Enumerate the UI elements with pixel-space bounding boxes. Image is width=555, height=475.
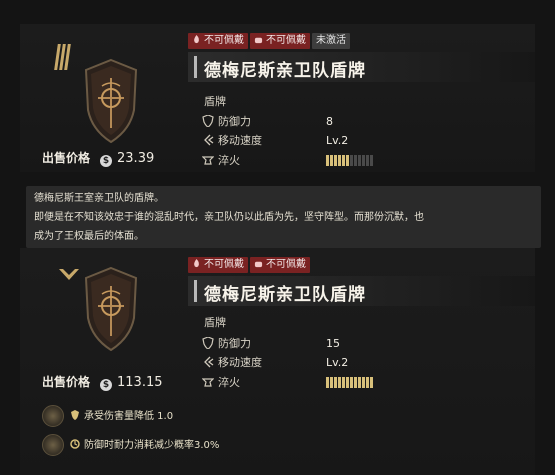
tag-row-top: 不可佩戴 不可佩戴 未激活 xyxy=(188,28,352,49)
inactive-tag: 未激活 xyxy=(312,33,350,49)
description-line: 德梅尼斯王室亲卫队的盾牌。 xyxy=(34,193,164,204)
rank-bars-icon xyxy=(54,44,76,74)
sell-value: 113.15 xyxy=(117,375,163,390)
stat-tempering: 淬火 xyxy=(202,152,374,168)
tempering-level-bar xyxy=(326,377,374,391)
item-title-bar: 德梅尼斯亲卫队盾牌 xyxy=(188,276,535,306)
item-category: 盾牌 xyxy=(204,316,226,329)
passive-emblem-icon xyxy=(42,434,64,456)
passive-text: 防御时耐力消耗减少概率3.0% xyxy=(84,440,220,451)
sell-value: 23.39 xyxy=(117,151,155,166)
stat-defense: 防御力 8 xyxy=(202,113,333,129)
equip-restriction-tag: 不可佩戴 xyxy=(250,257,310,273)
passive-effect[interactable]: 承受伤害量降低 1.0 xyxy=(42,405,173,427)
item-name: 德梅尼斯亲卫队盾牌 xyxy=(204,285,366,305)
shield-item-icon xyxy=(84,58,138,144)
stat-tempering: 淬火 xyxy=(202,374,374,390)
equip-restriction-tag: 不可佩戴 xyxy=(188,257,248,273)
item-info-bottom: 不可佩戴 不可佩戴 德梅尼斯亲卫队盾牌 盾牌 防御力 15 移动速度 Lv.2 淬火 xyxy=(188,248,535,475)
stat-defense: 防御力 15 xyxy=(202,335,340,351)
stat-move-speed: 移动速度 Lv.2 xyxy=(202,354,348,370)
item-portrait-top: 出售价格 $23.39 xyxy=(20,24,188,172)
passive-emblem-icon xyxy=(42,405,64,427)
description-line: 即便是在不知该效忠于谁的混乱时代，亲卫队仍以此盾为先，坚守阵型。而那份沉默，也 xyxy=(34,212,424,223)
tag-row-bottom: 不可佩戴 不可佩戴 xyxy=(188,252,312,273)
chevron-rank-icon xyxy=(59,269,79,280)
equip-restriction-tag: 不可佩戴 xyxy=(188,33,248,49)
shield-icon xyxy=(71,410,79,420)
anvil-icon xyxy=(202,378,214,387)
item-category: 盾牌 xyxy=(204,95,226,108)
anvil-icon xyxy=(202,156,214,165)
speed-icon xyxy=(204,134,214,146)
sell-price-bottom: 出售价格 $113.15 xyxy=(42,373,163,391)
item-description: 德梅尼斯王室亲卫队的盾牌。 即便是在不知该效忠于谁的混乱时代，亲卫队仍以此盾为先… xyxy=(26,186,541,248)
sell-label: 出售价格 xyxy=(42,151,91,165)
tempering-level-bar xyxy=(326,155,374,169)
description-line: 成为了王权最后的体面。 xyxy=(34,231,144,242)
flame-icon xyxy=(194,259,199,268)
fist-icon xyxy=(254,261,263,268)
passive-effect[interactable]: 防御时耐力消耗减少概率3.0% xyxy=(42,434,219,456)
passive-text: 承受伤害量降低 1.0 xyxy=(84,411,174,422)
item-card-top[interactable]: 出售价格 $23.39 不可佩戴 不可佩戴 未激活 德梅尼斯亲卫队盾牌 盾牌 防御力 8… xyxy=(20,24,535,172)
sell-label: 出售价格 xyxy=(42,375,91,389)
item-title-bar: 德梅尼斯亲卫队盾牌 xyxy=(188,52,535,82)
flame-icon xyxy=(194,35,199,44)
item-name: 德梅尼斯亲卫队盾牌 xyxy=(204,61,366,81)
sell-price-top: 出售价格 $23.39 xyxy=(42,149,154,167)
equip-restriction-tag: 不可佩戴 xyxy=(250,33,310,49)
shield-icon xyxy=(202,115,214,127)
coin-icon: $ xyxy=(100,155,113,167)
speed-icon xyxy=(204,356,214,368)
stat-move-speed: 移动速度 Lv.2 xyxy=(202,132,348,148)
stamina-icon xyxy=(70,439,80,449)
item-card-bottom[interactable]: 出售价格 $113.15 不可佩戴 不可佩戴 德梅尼斯亲卫队盾牌 盾牌 防御力 15 … xyxy=(20,248,535,475)
shield-icon xyxy=(202,337,214,349)
coin-icon: $ xyxy=(100,379,113,391)
item-info-top: 不可佩戴 不可佩戴 未激活 德梅尼斯亲卫队盾牌 盾牌 防御力 8 移动速度 Lv.2 淬… xyxy=(188,24,535,172)
shield-item-icon xyxy=(84,266,138,352)
fist-icon xyxy=(254,37,263,44)
